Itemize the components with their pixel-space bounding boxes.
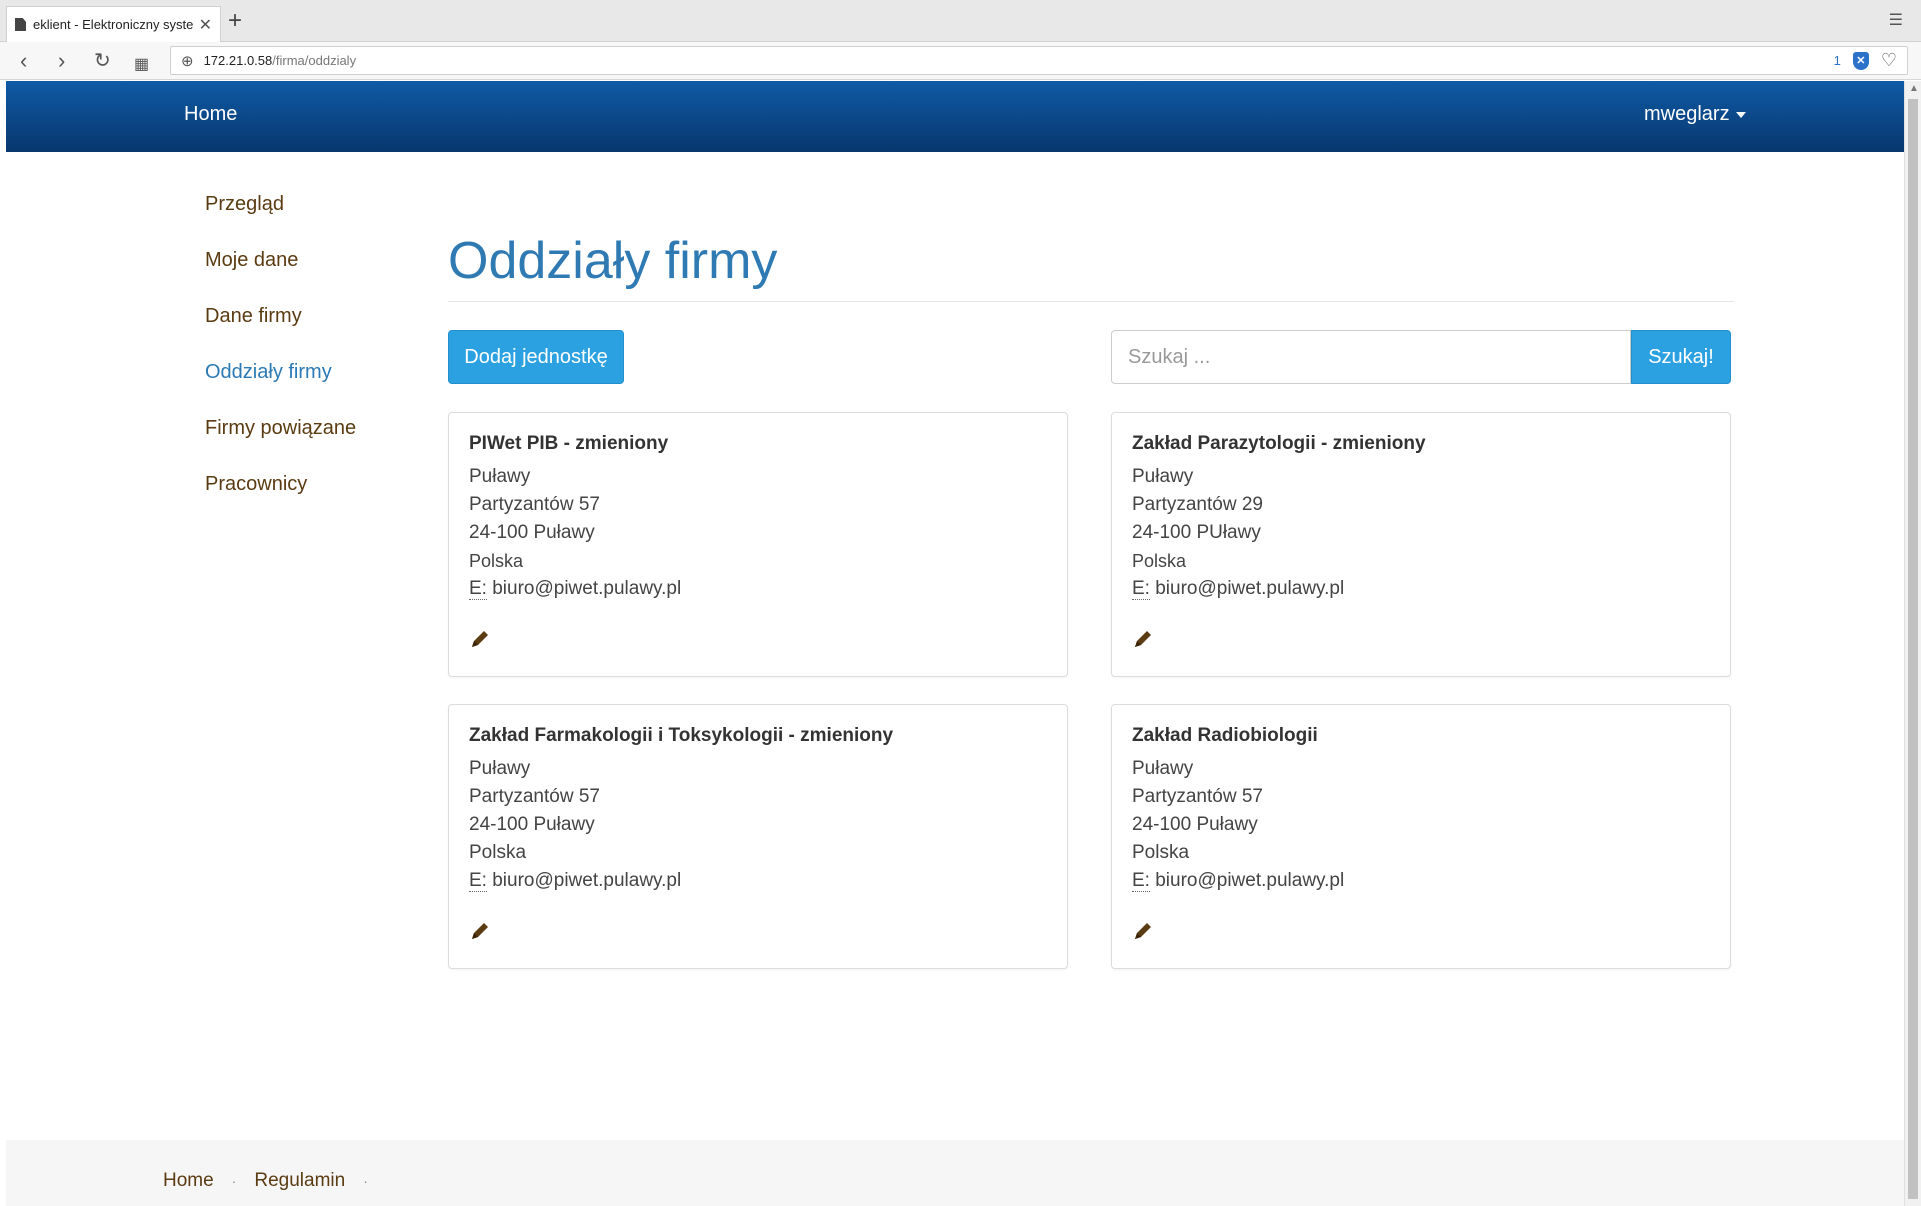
branch-street: Partyzantów 57 xyxy=(469,786,600,807)
branch-country: Polska xyxy=(469,842,527,863)
shield-icon[interactable]: ✕ xyxy=(1852,51,1869,70)
branch-city: Puławy xyxy=(1132,758,1194,779)
branch-city: Puławy xyxy=(469,466,531,487)
caret-down-icon xyxy=(1735,111,1746,118)
shield-count: 1 xyxy=(1833,53,1841,68)
url-field[interactable]: ⊕ 172.21.0.58 /firma/oddzialy 1 ✕ ♡ xyxy=(170,46,1908,75)
footer-separator: · xyxy=(363,1173,368,1189)
sidebar-item-przeglad[interactable]: Przegląd xyxy=(205,193,356,249)
branch-email[interactable]: biuro@piwet.pulawy.pl xyxy=(492,578,681,599)
reload-icon[interactable]: ↻ xyxy=(94,48,111,74)
sidebar-item-firmy-powiazane[interactable]: Firmy powiązane xyxy=(205,417,356,473)
tab-menu-icon[interactable]: ☰ xyxy=(1889,10,1903,30)
search-button[interactable]: Szukaj! xyxy=(1631,330,1731,384)
branch-postal: 24-100 PUławy xyxy=(1132,522,1261,543)
scrollbar[interactable]: ▲ xyxy=(1904,81,1921,1206)
url-path: /firma/oddzialy xyxy=(272,53,357,68)
branch-email-line: E: biuro@piwet.pulawy.pl xyxy=(469,867,1047,895)
branch-postal: 24-100 Puławy xyxy=(469,522,595,543)
branch-card: Zakład Radiobiologii Puławy Partyzantów … xyxy=(1111,704,1731,969)
footer-home-link[interactable]: Home xyxy=(163,1170,214,1191)
address-bar: ‹ › ↻ ▦ ⊕ 172.21.0.58 /firma/oddzialy 1 … xyxy=(0,42,1921,80)
globe-icon: ⊕ xyxy=(181,52,194,70)
branch-street: Partyzantów 57 xyxy=(469,494,600,515)
branch-name: Zakład Farmakologii i Toksykologii - zmi… xyxy=(469,725,894,746)
branch-email-line: E: biuro@piwet.pulawy.pl xyxy=(1132,867,1710,895)
branch-email[interactable]: biuro@piwet.pulawy.pl xyxy=(1155,870,1344,891)
branch-city: Puławy xyxy=(1132,466,1194,487)
branch-city: Puławy xyxy=(469,758,531,779)
footer-separator: · xyxy=(231,1173,237,1189)
footer-regulamin-link[interactable]: Regulamin xyxy=(254,1170,345,1191)
heart-icon[interactable]: ♡ xyxy=(1881,50,1897,71)
search-input[interactable]: Szukaj ... xyxy=(1111,330,1631,384)
email-label: E: xyxy=(1132,578,1150,600)
browser-tab-bar: eklient - Elektroniczny syste ✕ + ☰ xyxy=(0,0,1921,42)
tab-title: eklient - Elektroniczny syste xyxy=(33,17,193,32)
speed-dial-icon[interactable]: ▦ xyxy=(134,52,149,78)
back-icon[interactable]: ‹ xyxy=(20,48,27,74)
branch-street: Partyzantów 57 xyxy=(1132,786,1263,807)
sidebar-item-pracownicy[interactable]: Pracownicy xyxy=(205,473,356,529)
branch-country: Polska xyxy=(469,551,524,571)
navbar-home-link[interactable]: Home xyxy=(184,103,237,126)
branch-street: Partyzantów 29 xyxy=(1132,494,1263,515)
branch-country: Polska xyxy=(1132,551,1187,571)
forward-icon[interactable]: › xyxy=(58,48,65,74)
document-icon xyxy=(15,18,26,31)
title-divider xyxy=(448,301,1734,302)
footer-links: Home · Regulamin · xyxy=(163,1170,386,1192)
add-unit-button[interactable]: Dodaj jednostkę xyxy=(448,330,624,384)
branch-card: Zakład Parazytologii - zmieniony Puławy … xyxy=(1111,412,1731,677)
top-navbar: Home mweglarz xyxy=(6,81,1904,152)
branch-postal: 24-100 Puławy xyxy=(1132,814,1258,835)
url-host: 172.21.0.58 xyxy=(203,53,273,68)
sidebar: Przegląd Moje dane Dane firmy Oddziały f… xyxy=(205,193,356,529)
user-name: mweglarz xyxy=(1644,103,1730,125)
branch-email[interactable]: biuro@piwet.pulawy.pl xyxy=(492,870,681,891)
sidebar-item-oddzialy-firmy[interactable]: Oddziały firmy xyxy=(205,361,356,417)
pencil-icon[interactable] xyxy=(1132,628,1154,650)
branch-name: Zakład Parazytologii - zmieniony xyxy=(1132,433,1426,454)
scrollbar-thumb[interactable] xyxy=(1908,99,1918,1199)
pencil-icon[interactable] xyxy=(469,628,491,650)
branch-name: Zakład Radiobiologii xyxy=(1132,725,1318,746)
email-label: E: xyxy=(469,578,487,600)
footer: Home · Regulamin · xyxy=(6,1140,1904,1206)
branch-email-line: E: biuro@piwet.pulawy.pl xyxy=(1132,575,1710,603)
pencil-icon[interactable] xyxy=(1132,920,1154,942)
email-label: E: xyxy=(1132,870,1150,892)
branch-postal: 24-100 Puławy xyxy=(469,814,595,835)
sidebar-item-dane-firmy[interactable]: Dane firmy xyxy=(205,305,356,361)
branch-email-line: E: biuro@piwet.pulawy.pl xyxy=(469,575,1047,603)
browser-tab[interactable]: eklient - Elektroniczny syste ✕ xyxy=(6,6,221,42)
branch-card: PIWet PIB - zmieniony Puławy Partyzantów… xyxy=(448,412,1068,677)
page: Home mweglarz Przegląd Moje dane Dane fi… xyxy=(6,81,1904,1206)
scroll-up-icon[interactable]: ▲ xyxy=(1909,83,1919,94)
pencil-icon[interactable] xyxy=(469,920,491,942)
branch-email[interactable]: biuro@piwet.pulawy.pl xyxy=(1155,578,1344,599)
branch-card: Zakład Farmakologii i Toksykologii - zmi… xyxy=(448,704,1068,969)
close-tab-icon[interactable]: ✕ xyxy=(199,15,212,35)
page-title: Oddziały firmy xyxy=(448,232,778,290)
email-label: E: xyxy=(469,870,487,892)
new-tab-icon[interactable]: + xyxy=(228,8,242,34)
branch-country: Polska xyxy=(1132,842,1190,863)
branch-name: PIWet PIB - zmieniony xyxy=(469,433,669,454)
sidebar-item-moje-dane[interactable]: Moje dane xyxy=(205,249,356,305)
user-menu[interactable]: mweglarz xyxy=(1644,103,1746,126)
